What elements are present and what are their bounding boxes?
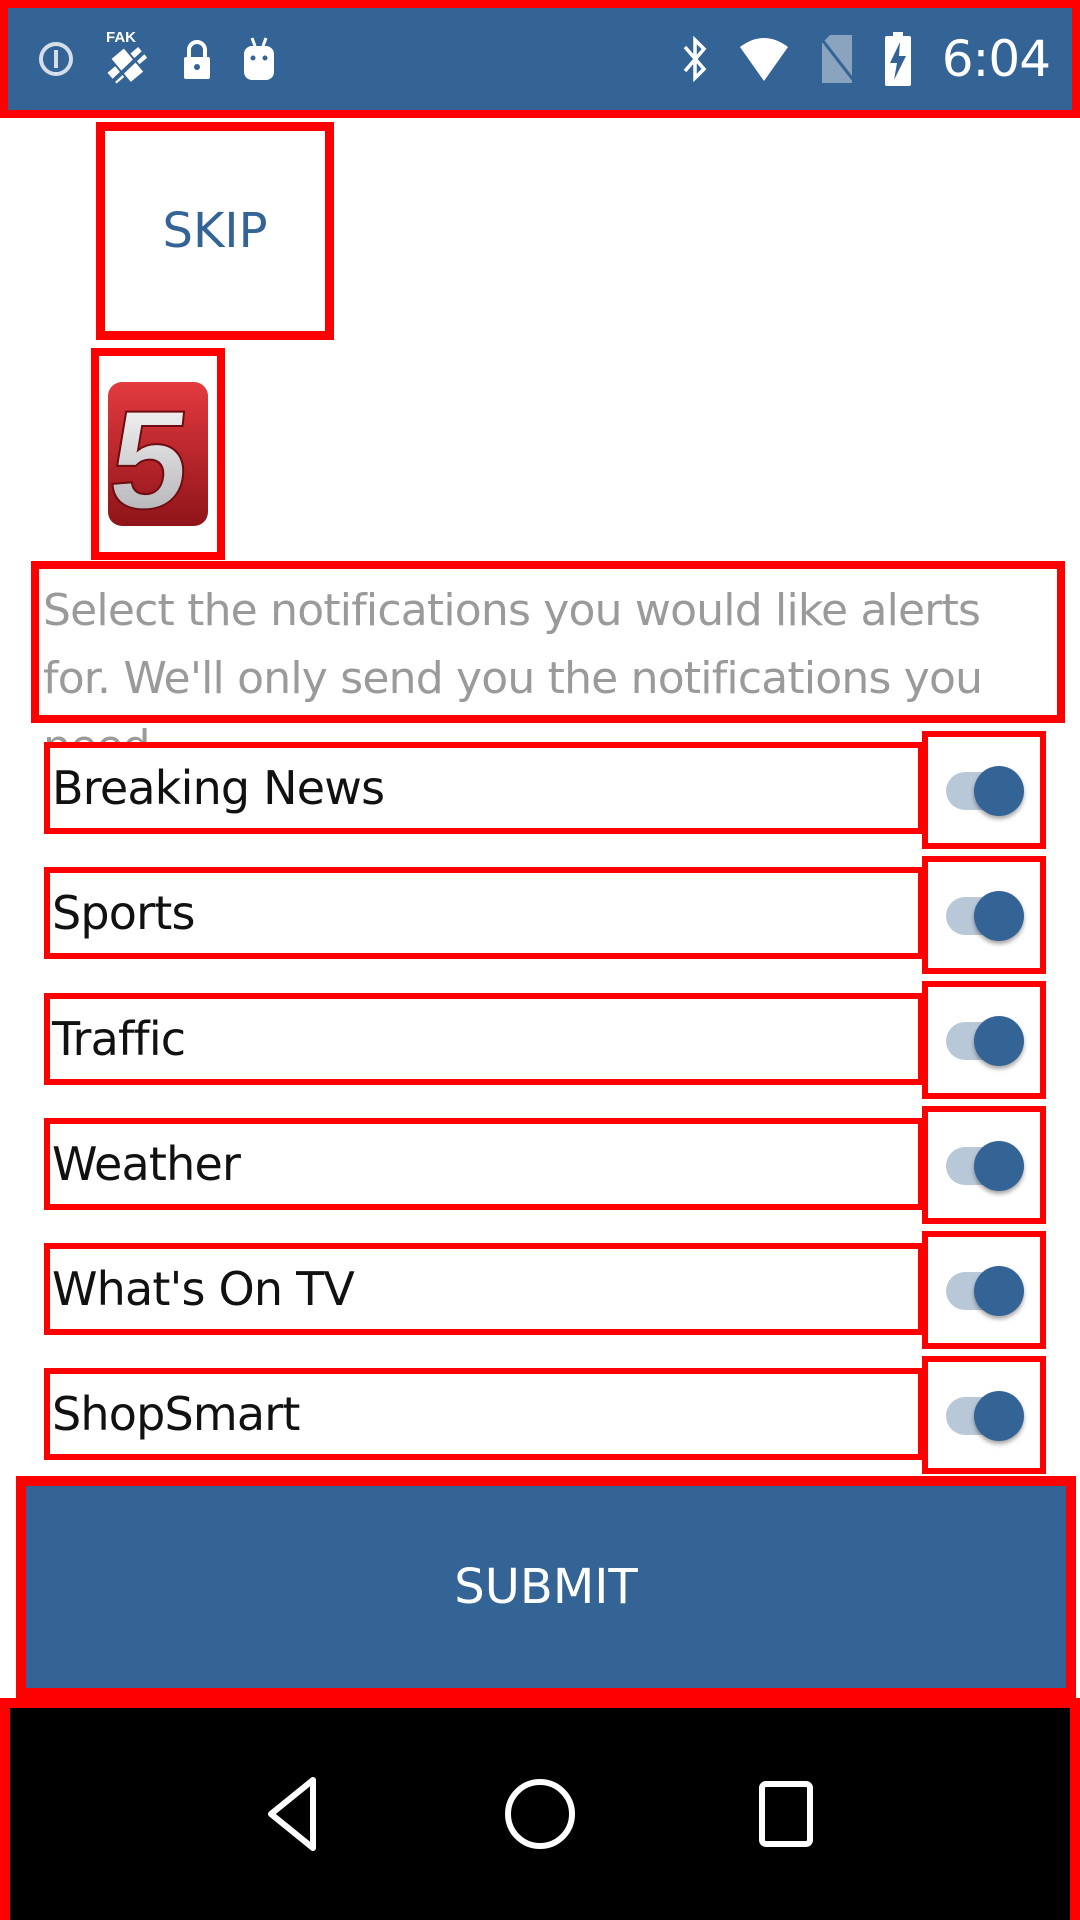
- toggle-sports[interactable]: [922, 856, 1046, 974]
- switch-on: [944, 750, 1024, 830]
- channel-5-logo-icon: 5: [106, 380, 208, 528]
- svg-text:FAK: FAK: [106, 29, 136, 46]
- status-clock: 6:04: [941, 30, 1051, 88]
- navigation-bar: [0, 1698, 1080, 1920]
- info-circle-icon: [38, 37, 74, 81]
- fake-gps-icon: FAK: [104, 26, 152, 92]
- toggle-whats-on-tv[interactable]: [922, 1231, 1046, 1349]
- android-robot-icon: [242, 34, 276, 84]
- status-bar: FAK 6:04: [0, 0, 1080, 118]
- notification-label-whats-on-tv: What's On TV: [44, 1243, 924, 1335]
- switch-on: [944, 1125, 1024, 1205]
- switch-on: [944, 1250, 1024, 1330]
- recents-icon[interactable]: [727, 1754, 847, 1874]
- notification-label-sports: Sports: [44, 867, 924, 959]
- toggle-traffic[interactable]: [922, 981, 1046, 1099]
- notification-label-weather: Weather: [44, 1118, 924, 1210]
- notification-label-breaking-news: Breaking News: [44, 742, 924, 834]
- battery-charging-icon: [884, 30, 912, 88]
- notification-label-traffic: Traffic: [44, 993, 924, 1085]
- channel-logo: 5: [91, 348, 225, 560]
- no-sim-icon: [819, 33, 854, 85]
- switch-on: [944, 1000, 1024, 1080]
- toggle-breaking-news[interactable]: [922, 731, 1046, 849]
- home-icon[interactable]: [480, 1754, 600, 1874]
- toggle-shopsmart[interactable]: [922, 1356, 1046, 1474]
- submit-button[interactable]: SUBMIT: [16, 1476, 1076, 1698]
- skip-button[interactable]: SKIP: [96, 122, 334, 340]
- status-right-icons: 6:04: [682, 30, 1051, 88]
- notifications-description: Select the notifications you would like …: [31, 561, 1065, 772]
- switch-on: [944, 875, 1024, 955]
- notification-label-shopsmart: ShopSmart: [44, 1368, 924, 1460]
- status-left-icons: FAK: [38, 26, 276, 92]
- wifi-icon: [738, 35, 790, 83]
- switch-on: [944, 1375, 1024, 1455]
- svg-text:5: 5: [106, 381, 197, 528]
- toggle-weather[interactable]: [922, 1106, 1046, 1224]
- lock-icon: [182, 37, 212, 81]
- back-icon[interactable]: [233, 1754, 353, 1874]
- bluetooth-icon: [682, 31, 708, 87]
